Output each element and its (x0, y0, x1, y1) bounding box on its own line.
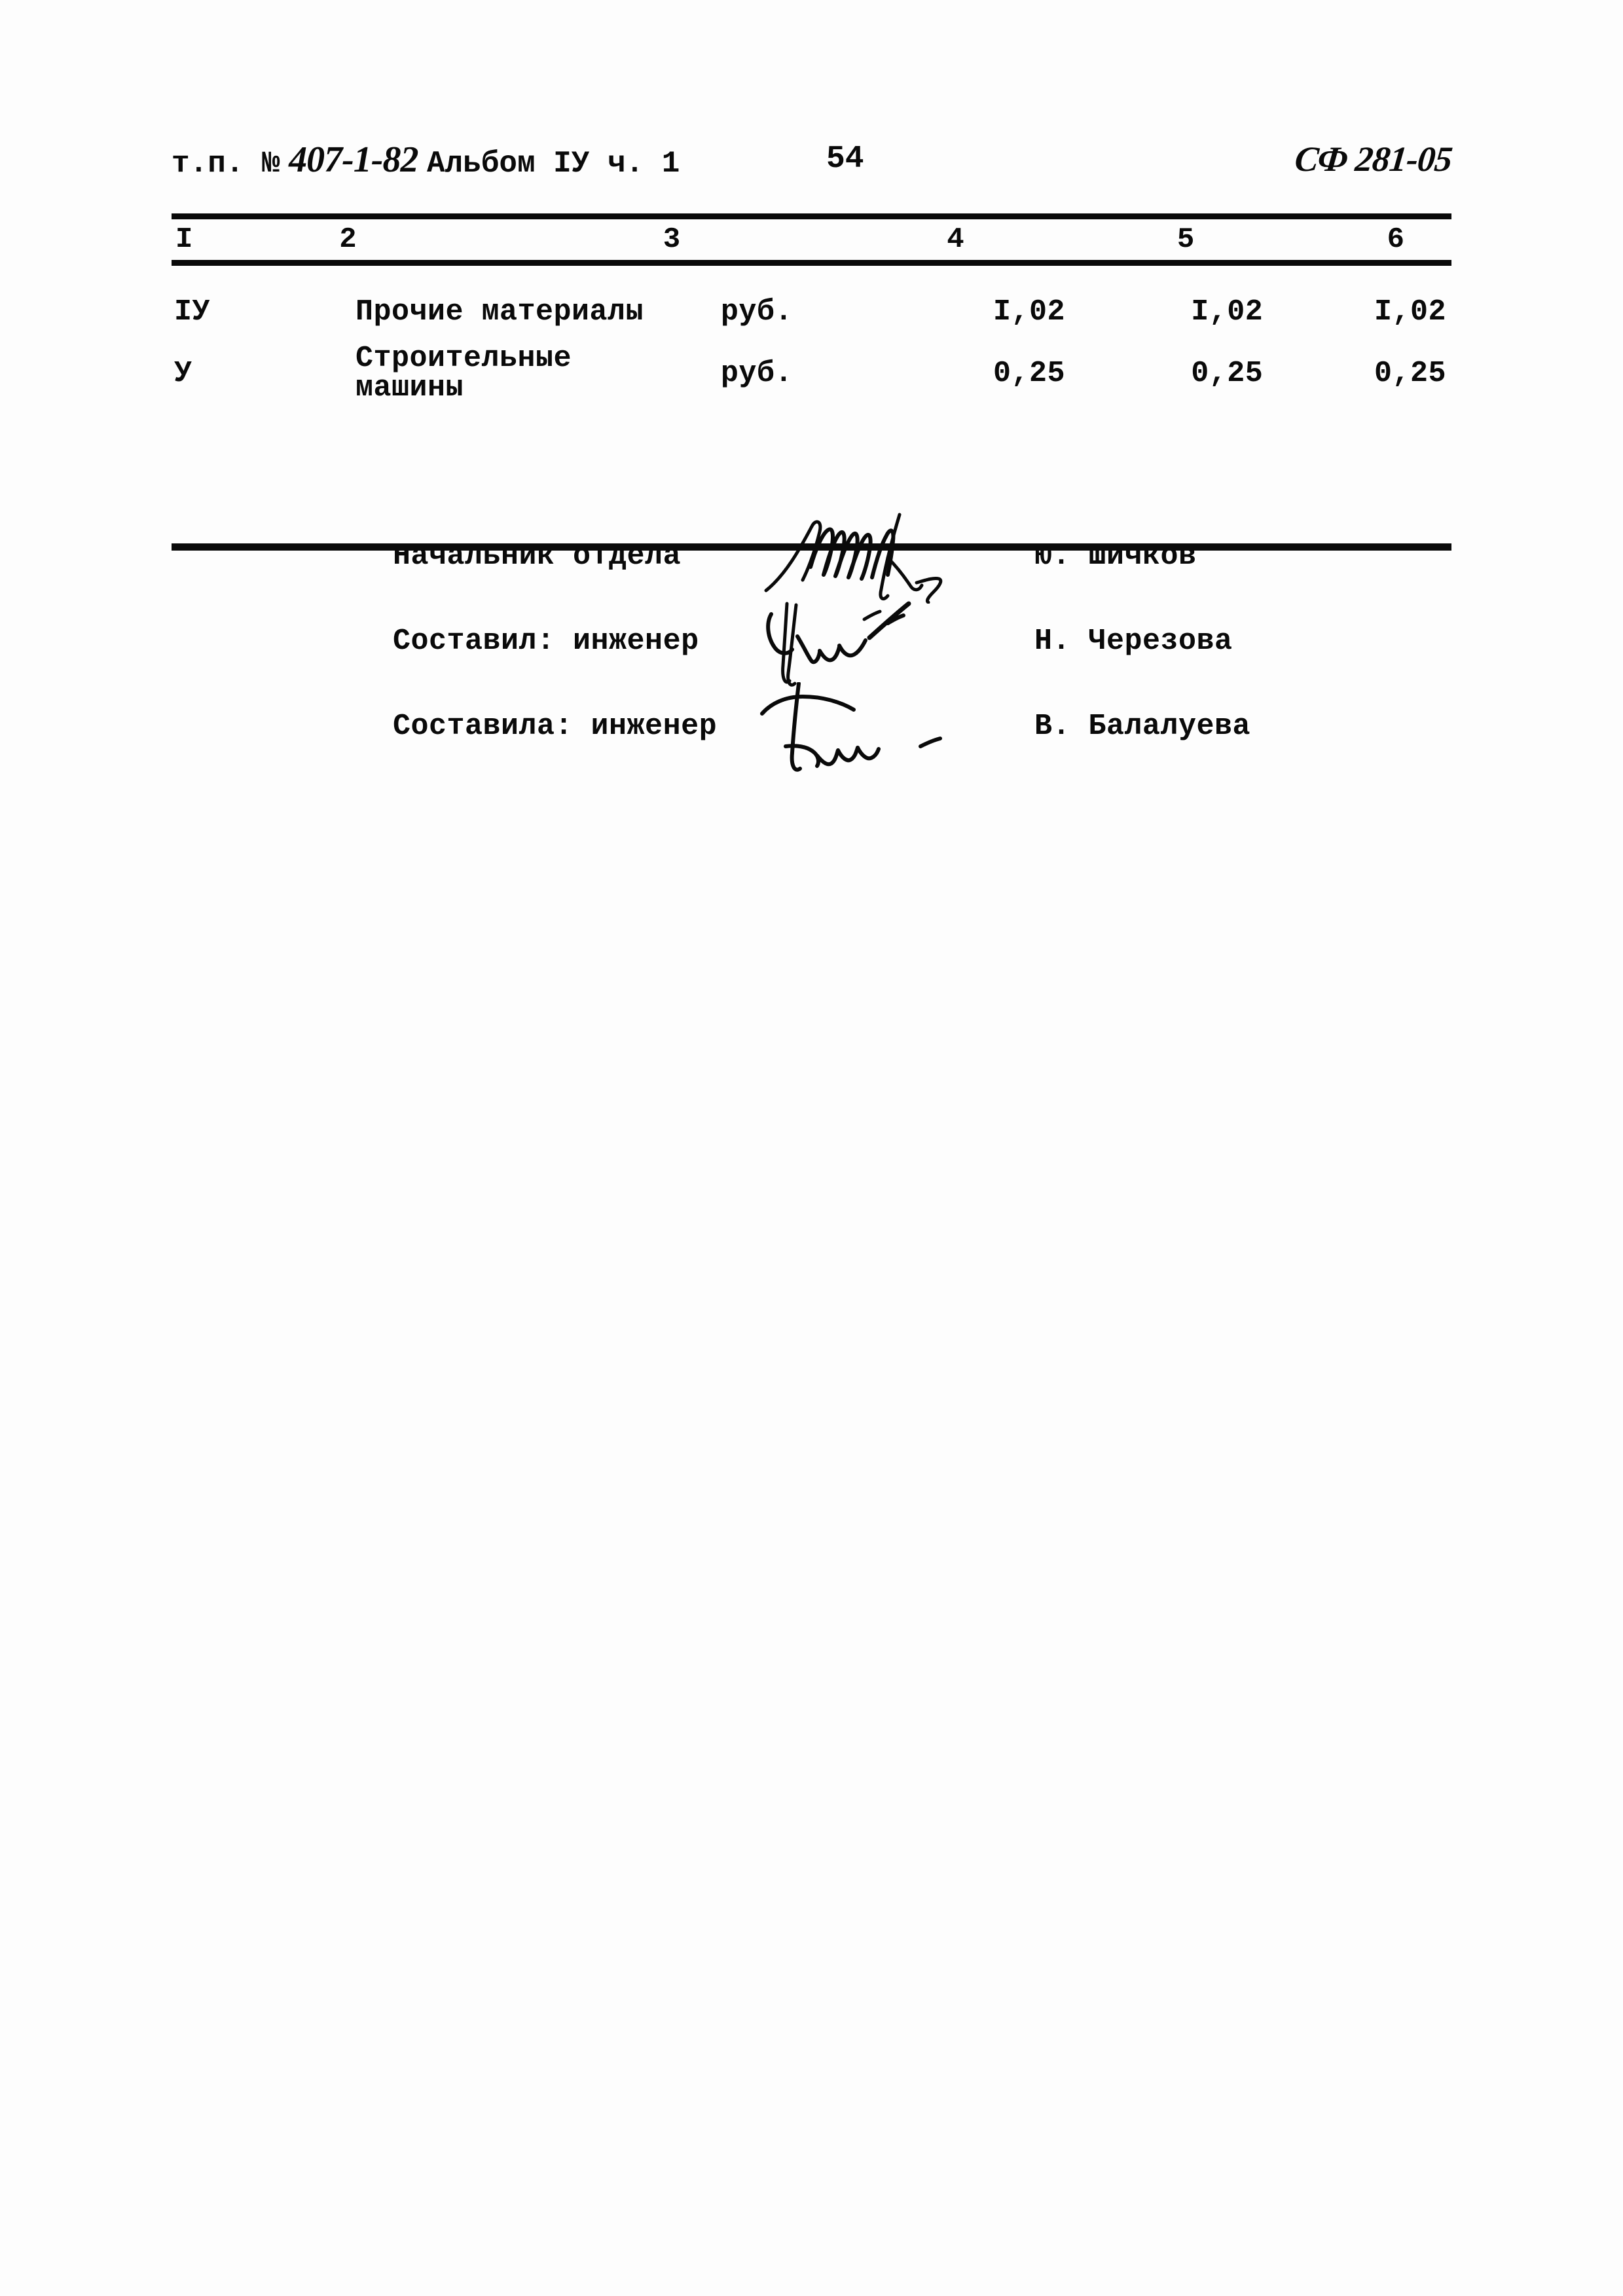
signature-title: Составила: инженер (393, 710, 718, 743)
signature-row: Составила: инженер В. Балалуева (393, 682, 1467, 779)
row-number: IУ (174, 295, 211, 329)
cost-table: I 2 3 4 5 6 IУ Прочие материалы руб. I,0… (172, 213, 1451, 551)
signature-name: В. Балалуева (1034, 710, 1251, 743)
column-number-6: 6 (1387, 223, 1404, 256)
document-code-prefix: т.п. № (172, 147, 280, 181)
signature-row: Составил: инженер Н. Черезова (393, 601, 1467, 694)
column-number-2: 2 (339, 223, 357, 256)
column-number-5: 5 (1176, 223, 1195, 256)
signature-title: Составил: инженер (393, 625, 699, 658)
document-page: т.п. № 407-1-82 Альбом IУ ч. 1 54 СФ 281… (0, 0, 1623, 2296)
signature-title: Начальник отдела (393, 539, 682, 573)
page-header: т.п. № 407-1-82 Альбом IУ ч. 1 54 СФ 281… (172, 139, 1454, 191)
document-code-series: 407-1-82 (289, 139, 418, 180)
row-unit: руб. (720, 356, 793, 390)
row-value-col5: 0,25 (1191, 356, 1264, 390)
signature-row: Начальник отдела Ю. Шичков (393, 513, 1467, 609)
page-number: 54 (826, 141, 864, 177)
table-column-numbers-row: I 2 3 4 5 6 (172, 219, 1451, 260)
document-album: Альбом IУ ч. 1 (426, 147, 680, 181)
row-value-col4: 0,25 (993, 356, 1066, 390)
column-number-3: 3 (663, 223, 681, 256)
table-top-rule (172, 213, 1451, 219)
table-header-rule (172, 260, 1451, 266)
row-name: Прочие материалы (355, 295, 644, 329)
row-value-col4: I,02 (993, 295, 1066, 329)
column-number-1: I (175, 223, 193, 256)
signature-mark (759, 682, 1021, 774)
signature-name: Ю. Шичков (1034, 539, 1197, 573)
row-unit: руб. (720, 295, 793, 329)
signature-mark (759, 597, 1021, 689)
table-bottom-spacer (172, 401, 1451, 543)
row-value-col6: 0,25 (1374, 356, 1446, 390)
row-name: Строительные машины (355, 342, 572, 405)
signature-name: Н. Черезова (1034, 625, 1233, 658)
row-value-col6: I,02 (1374, 295, 1446, 329)
row-number: У (174, 356, 192, 390)
table-row: IУ Прочие материалы руб. I,02 I,02 I,02 (172, 284, 1451, 339)
document-code: т.п. № 407-1-82 Альбом IУ ч. 1 (172, 139, 680, 181)
column-number-4: 4 (947, 223, 964, 256)
table-row-spacer (172, 266, 1451, 284)
table-row: У Строительные машины руб. 0,25 0,25 0,2… (172, 342, 1451, 405)
signature-mark (759, 512, 1021, 604)
signature-block: Начальник отдела Ю. Шичков Составил: инж… (393, 513, 1467, 779)
row-value-col5: I,02 (1191, 295, 1264, 329)
stamp-code: СФ 281-05 (1292, 139, 1454, 179)
